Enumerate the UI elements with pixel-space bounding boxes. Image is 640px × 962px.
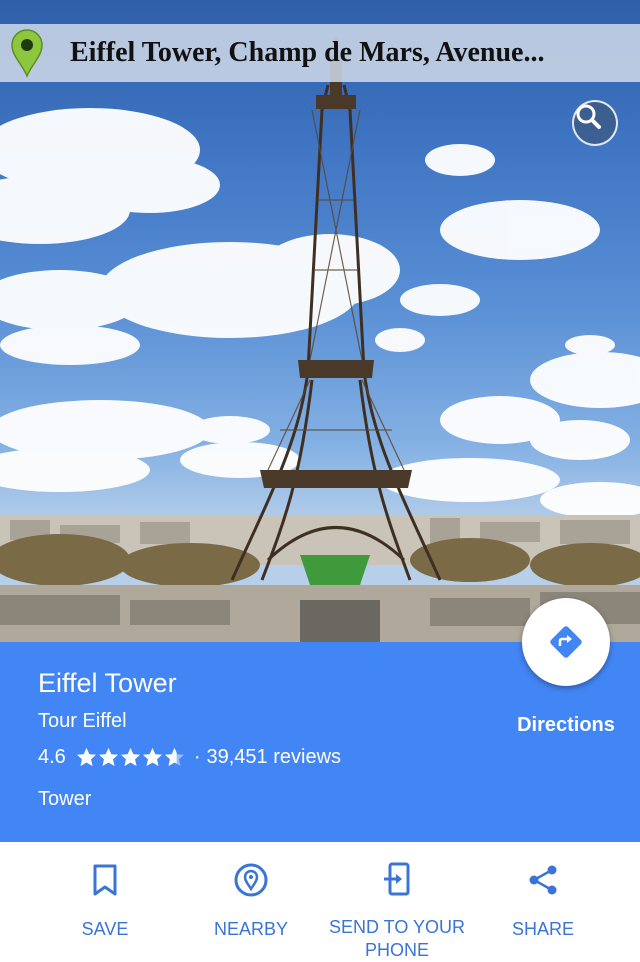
address-bar[interactable]: Eiffel Tower, Champ de Mars, Avenue... xyxy=(0,24,640,82)
directions-label[interactable]: Directions xyxy=(500,714,632,737)
nearby-label: NEARBY xyxy=(213,919,289,939)
bookmark-icon xyxy=(87,862,123,898)
action-bar: SAVE NEARBY SEND TO YOUR PHONE SHARE xyxy=(0,842,640,960)
directions-button[interactable] xyxy=(522,598,610,686)
share-label: SHARE xyxy=(511,919,574,939)
directions-icon xyxy=(550,626,582,658)
send-to-phone-icon xyxy=(379,862,415,896)
hero-photo: Eiffel Tower, Champ de Mars, Avenue... xyxy=(0,0,640,642)
place-alt-name: Tour Eiffel xyxy=(38,710,127,732)
star-icon xyxy=(120,748,140,766)
nearby-pin-icon xyxy=(233,862,269,898)
search-button[interactable] xyxy=(572,100,618,146)
save-label: SAVE xyxy=(81,919,129,939)
send-to-phone-label: SEND TO YOUR PHONE xyxy=(328,917,466,960)
rating-stars xyxy=(76,747,186,768)
save-button[interactable]: SAVE xyxy=(32,842,178,960)
star-icon xyxy=(98,748,118,766)
eiffel-tower-photo xyxy=(0,38,640,642)
star-icon xyxy=(76,748,96,766)
send-to-phone-button[interactable]: SEND TO YOUR PHONE xyxy=(324,842,470,960)
star-icon xyxy=(142,748,162,766)
map-pin-icon xyxy=(10,28,44,78)
separator-dot: · xyxy=(193,746,201,768)
rating-value: 4.6 xyxy=(38,746,66,768)
place-title: Eiffel Tower xyxy=(38,668,177,698)
nearby-button[interactable]: NEARBY xyxy=(178,842,324,960)
place-category: Tower xyxy=(38,788,92,810)
star-icon xyxy=(164,748,184,766)
share-button[interactable]: SHARE xyxy=(470,842,616,960)
search-icon xyxy=(576,104,601,129)
review-count[interactable]: 39,451 reviews xyxy=(206,746,341,769)
address-text: Eiffel Tower, Champ de Mars, Avenue... xyxy=(70,37,545,68)
share-icon xyxy=(525,862,561,898)
rating-row: 4.6 · 39,451 reviews xyxy=(38,746,341,769)
